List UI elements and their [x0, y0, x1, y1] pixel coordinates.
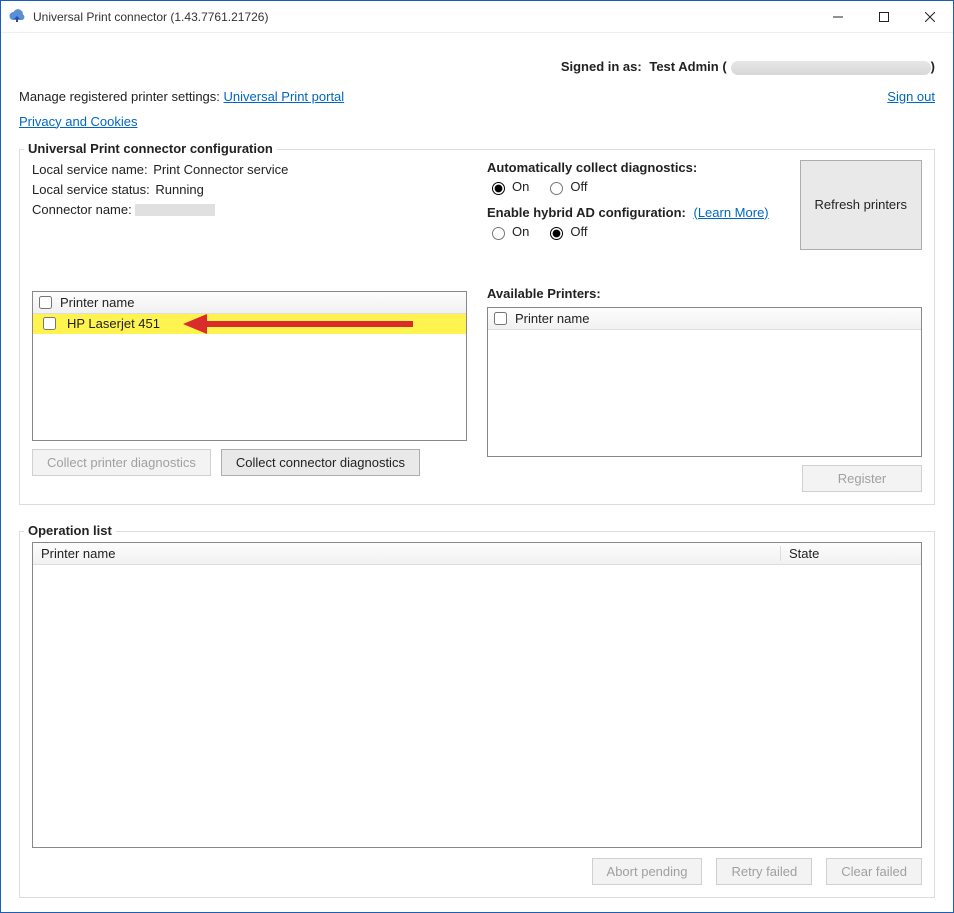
connector-name-label: Connector name: — [32, 202, 132, 217]
config-legend: Universal Print connector configuration — [24, 141, 277, 156]
register-button[interactable]: Register — [802, 465, 922, 492]
hybrid-radios: On Off — [487, 224, 788, 240]
portal-link[interactable]: Universal Print portal — [224, 89, 345, 104]
content-area: Signed in as: Test Admin () Manage regis… — [1, 33, 953, 912]
clear-failed-button[interactable]: Clear failed — [826, 858, 922, 885]
collect-printer-diagnostics-button[interactable]: Collect printer diagnostics — [32, 449, 211, 476]
registered-printer-checkbox[interactable] — [43, 317, 56, 330]
minimize-button[interactable] — [815, 1, 861, 33]
annotation-arrow — [183, 312, 413, 336]
operation-list-header: Printer name State — [33, 543, 921, 565]
oplist-col-printer-name: Printer name — [33, 546, 781, 561]
hybrid-title: Enable hybrid AD configuration: — [487, 205, 686, 220]
connector-name-redaction — [135, 204, 215, 216]
available-printers-header: Printer name — [488, 308, 921, 330]
retry-failed-button[interactable]: Retry failed — [716, 858, 812, 885]
local-service-name-label: Local service name: — [32, 162, 148, 177]
signed-in-label: Signed in as: — [561, 59, 642, 74]
registered-printers-header: Printer name — [33, 292, 466, 314]
app-icon — [9, 9, 25, 25]
abort-pending-button[interactable]: Abort pending — [592, 858, 703, 885]
sign-out-link[interactable]: Sign out — [887, 89, 935, 104]
manage-row: Manage registered printer settings: Univ… — [19, 89, 887, 104]
config-fieldset: Universal Print connector configuration … — [19, 149, 935, 505]
window-title: Universal Print connector (1.43.7761.217… — [33, 10, 815, 24]
auto-diag-on[interactable]: On — [487, 179, 529, 195]
local-service-name-row: Local service name: Print Connector serv… — [32, 160, 467, 180]
local-service-status-row: Local service status: Running — [32, 180, 467, 200]
auto-diag-off[interactable]: Off — [545, 179, 587, 195]
titlebar: Universal Print connector (1.43.7761.217… — [1, 1, 953, 33]
operation-list[interactable]: Printer name State — [32, 542, 922, 848]
connector-name-row: Connector name: — [32, 200, 467, 220]
available-col-printer-name: Printer name — [515, 311, 589, 326]
close-button[interactable] — [907, 1, 953, 33]
refresh-printers-button[interactable]: Refresh printers — [800, 160, 922, 250]
registered-col-printer-name: Printer name — [60, 295, 134, 310]
oplist-col-state: State — [781, 546, 921, 561]
window-controls — [815, 1, 953, 33]
signed-in-row: Signed in as: Test Admin () — [19, 59, 935, 75]
auto-diagnostics-title: Automatically collect diagnostics: — [487, 160, 788, 175]
privacy-link[interactable]: Privacy and Cookies — [19, 114, 138, 129]
learn-more-link[interactable]: (Learn More) — [693, 205, 768, 220]
hybrid-title-row: Enable hybrid AD configuration: (Learn M… — [487, 205, 788, 220]
app-window: Universal Print connector (1.43.7761.217… — [0, 0, 954, 913]
manage-label: Manage registered printer settings: — [19, 89, 220, 104]
available-printers-heading: Available Printers: — [487, 286, 922, 301]
signed-in-user: Test Admin — [649, 59, 718, 74]
available-select-all-checkbox[interactable] — [494, 312, 507, 325]
local-service-name-value: Print Connector service — [153, 162, 288, 177]
auto-diagnostics-radios: On Off — [487, 179, 788, 195]
signed-in-redaction — [731, 61, 931, 75]
hybrid-on[interactable]: On — [487, 224, 529, 240]
operation-list-legend: Operation list — [24, 523, 116, 538]
local-service-status-label: Local service status: — [32, 182, 150, 197]
operation-list-fieldset: Operation list Printer name State Abort … — [19, 531, 935, 898]
collect-connector-diagnostics-button[interactable]: Collect connector diagnostics — [221, 449, 420, 476]
available-printers-list[interactable]: Printer name — [487, 307, 922, 457]
maximize-button[interactable] — [861, 1, 907, 33]
registered-printers-list[interactable]: Printer name HP Laserjet 451 — [32, 291, 467, 441]
local-service-status-value: Running — [155, 182, 203, 197]
registered-printer-name: HP Laserjet 451 — [67, 316, 160, 331]
registered-select-all-checkbox[interactable] — [39, 296, 52, 309]
hybrid-off[interactable]: Off — [545, 224, 587, 240]
